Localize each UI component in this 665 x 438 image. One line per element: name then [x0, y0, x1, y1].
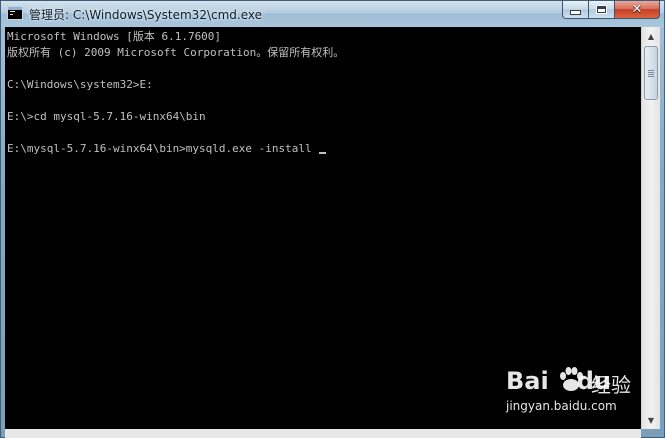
cmd-icon[interactable] [7, 6, 23, 20]
scroll-up-arrow-icon[interactable]: ▲ [643, 28, 659, 44]
vertical-scrollbar[interactable]: ▲ ▼ [641, 27, 660, 429]
scroll-down-arrow-icon[interactable]: ▼ [643, 412, 659, 428]
console-line: 版权所有 (c) 2009 Microsoft Corporation。保留所有… [7, 46, 345, 59]
scrollbar-thumb[interactable] [644, 46, 658, 100]
console-prompt-command: E:\mysql-5.7.16-winx64\bin>mysqld.exe -i… [7, 142, 319, 155]
console-input-line[interactable]: E:\mysql-5.7.16-winx64\bin>mysqld.exe -i… [7, 141, 344, 157]
title-bar[interactable]: 管理员: C:\Windows\System32\cmd.exe ✕ [1, 1, 664, 27]
maximize-button[interactable] [589, 1, 615, 19]
console-line: C:\Windows\system32>E: [7, 78, 153, 91]
close-button[interactable]: ✕ [615, 1, 660, 19]
minimize-icon [570, 10, 581, 15]
window-title: 管理员: C:\Windows\System32\cmd.exe [29, 8, 262, 22]
close-icon: ✕ [631, 1, 643, 17]
minimize-button[interactable] [562, 1, 589, 19]
console-line: Microsoft Windows [版本 6.1.7600] [7, 30, 222, 43]
maximize-icon [596, 5, 607, 14]
console-output[interactable]: Microsoft Windows [版本 6.1.7600] 版权所有 (c)… [5, 27, 641, 429]
bottom-frame [5, 429, 641, 438]
console-line: E:\>cd mysql-5.7.16-winx64\bin [7, 110, 206, 123]
cmd-window: 管理员: C:\Windows\System32\cmd.exe ✕ Micro… [0, 0, 665, 438]
text-cursor [319, 152, 327, 154]
